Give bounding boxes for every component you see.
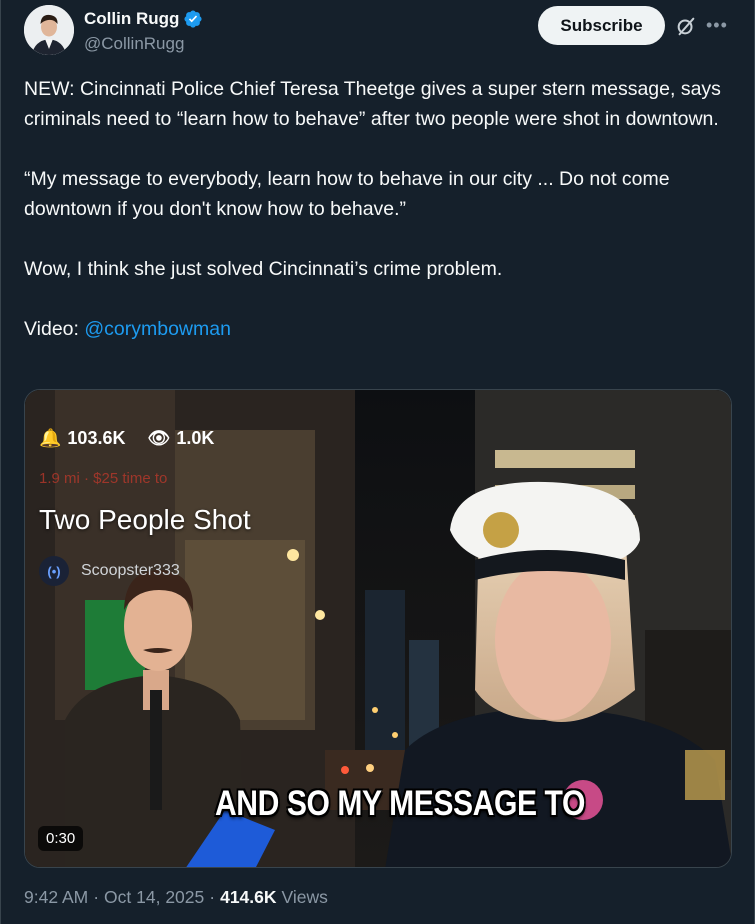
avatar[interactable] [24,5,74,55]
verified-badge-icon [184,10,202,28]
video-player[interactable]: 🔔 103.6K 👁 1.0K 1.9 mi · $25 time to Two P… [24,389,732,868]
separator-dot: · [209,887,216,907]
tweet-header: Collin Rugg @CollinRugg Subscribe ••• [24,5,731,61]
tweet-text: NEW: Cincinnati Police Chief Teresa Thee… [24,74,736,374]
broadcast-icon: (•) [39,556,69,586]
views-count: 414.6K [220,887,277,907]
overlay-title: Two People Shot [39,504,251,535]
video-duration-badge: 0:30 [38,826,84,851]
tweet-paragraph: NEW: Cincinnati Police Chief Teresa Thee… [24,78,721,130]
tweet-paragraph: “My message to everybody, learn how to b… [24,168,670,220]
source-name: Scoopster333 [81,562,180,579]
author-handle[interactable]: @CollinRugg [84,34,184,54]
tweet-time[interactable]: 9:42 AM [24,887,88,908]
overlay-faint-text: 1.9 mi · $25 time to [39,470,168,487]
grok-icon[interactable] [675,15,697,37]
likes-count: 103.6K [67,428,126,448]
tweet-date[interactable]: Oct 14, 2025 [104,887,204,908]
subscribe-button[interactable]: Subscribe [538,6,665,45]
tweet-meta: 9:42 AM · Oct 14, 2025 · 414.6K Views [24,887,328,908]
separator-dot: · [93,887,100,907]
views-count-overlay: 1.0K [176,428,215,448]
tweet-paragraph: Wow, I think she just solved Cincinnati’… [24,258,503,280]
views-stat: 👁 1.0K [147,428,214,449]
views-label: Views [281,887,328,907]
author-name-row: Collin Rugg [84,9,203,29]
overlay-stats: 🔔 103.6K 👁 1.0K [39,428,214,449]
tweet-video-credit: Video: @corymbowman [24,314,736,344]
bell-icon: 🔔 [39,428,62,448]
mention-link[interactable]: @corymbowman [84,318,231,340]
more-icon[interactable]: ••• [706,14,732,36]
video-credit-label: Video: [24,318,85,340]
eye-icon: 👁 [147,428,171,448]
author-display-name[interactable]: Collin Rugg [84,9,179,29]
frame-border-left [0,0,1,924]
overlay-source: (•) Scoopster333 [39,556,180,586]
video-caption: AND SO MY MESSAGE TO [215,784,585,823]
likes-stat: 🔔 103.6K [39,428,125,449]
